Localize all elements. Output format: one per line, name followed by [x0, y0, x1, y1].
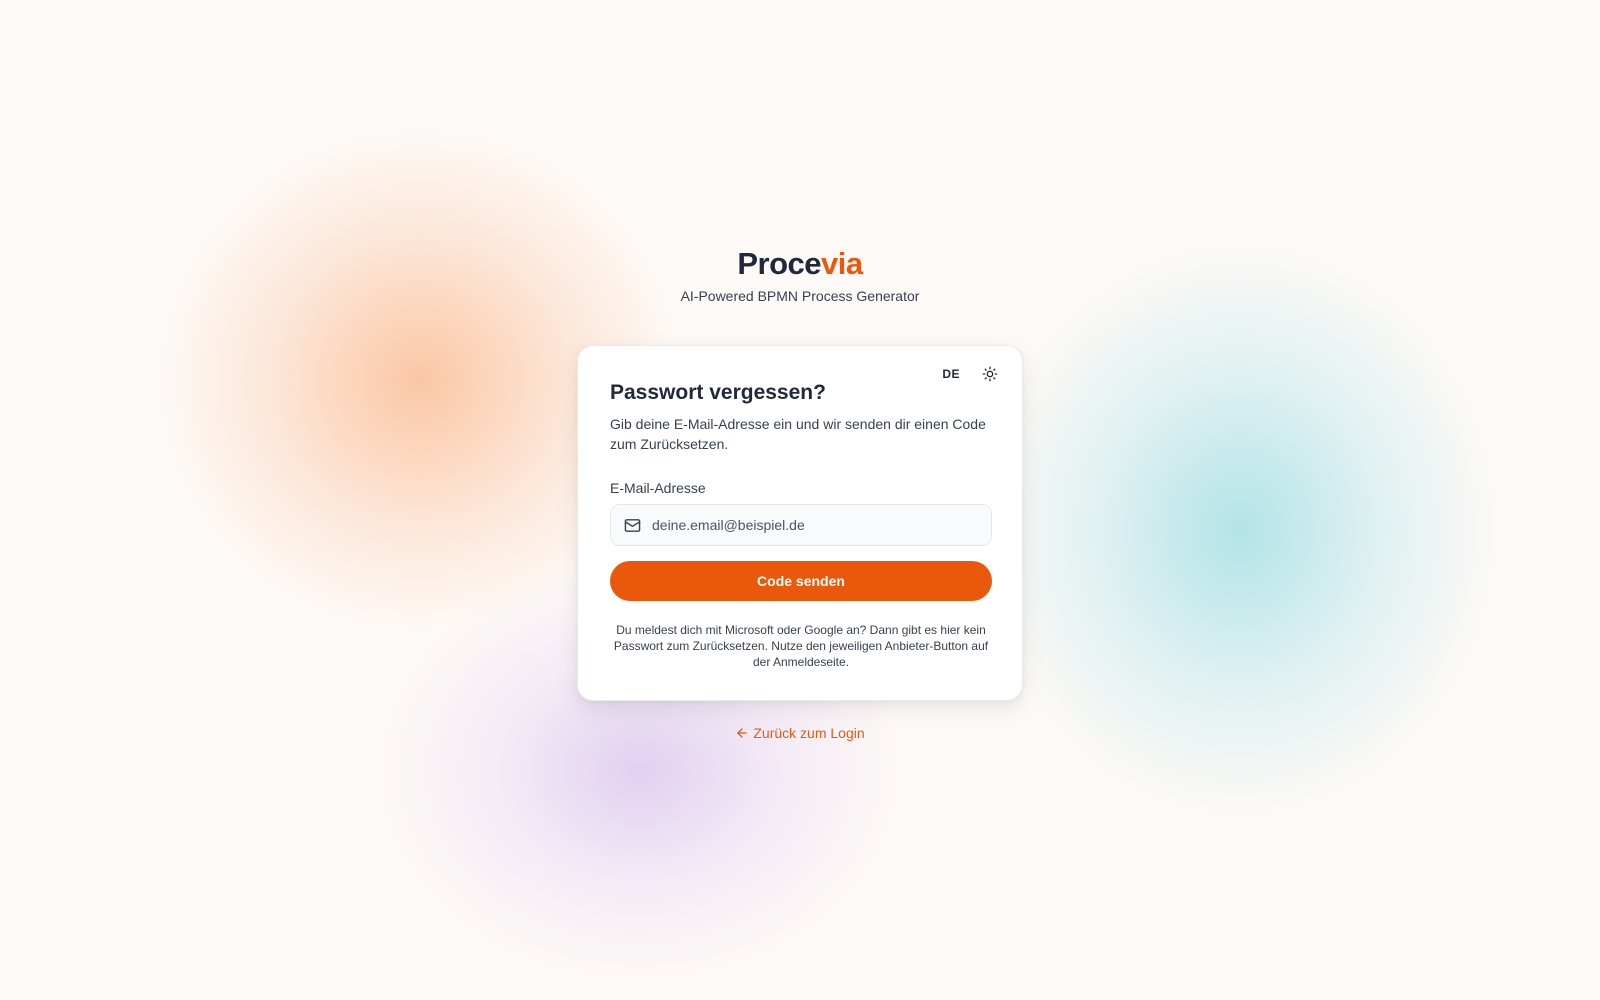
brand-header: Procevia AI-Powered BPMN Process Generat… [0, 246, 1600, 306]
arrow-left-icon [737, 728, 748, 738]
tagline: AI-Powered BPMN Process Generator [680, 288, 920, 304]
sun-icon [982, 366, 998, 382]
email-field-wrapper[interactable] [610, 504, 992, 546]
logo-accent: via [821, 246, 863, 281]
email-input[interactable] [652, 517, 991, 533]
back-to-login-label: Zurück zum Login [753, 725, 865, 741]
page-description: Gib deine E-Mail-Adresse ein und wir sen… [610, 416, 986, 452]
logo: Procevia [737, 246, 863, 282]
back-to-login-link[interactable]: Zurück zum Login [735, 725, 865, 741]
back-to-login-container: Zurück zum Login [0, 725, 1600, 745]
mail-icon [624, 516, 642, 534]
card-tools: DE [938, 362, 1002, 386]
language-switcher[interactable]: DE [938, 363, 964, 385]
sso-note: Du meldest dich mit Microsoft oder Googl… [613, 623, 989, 669]
forgot-password-card: DE Passwort vergessen? Gib deine E-Mail-… [577, 345, 1023, 701]
theme-toggle-button[interactable] [978, 362, 1002, 386]
logo-main: Proce [737, 246, 822, 281]
send-code-button[interactable]: Code senden [610, 561, 992, 601]
page-title: Passwort vergessen? [610, 381, 826, 404]
email-label: E-Mail-Adresse [610, 480, 706, 496]
